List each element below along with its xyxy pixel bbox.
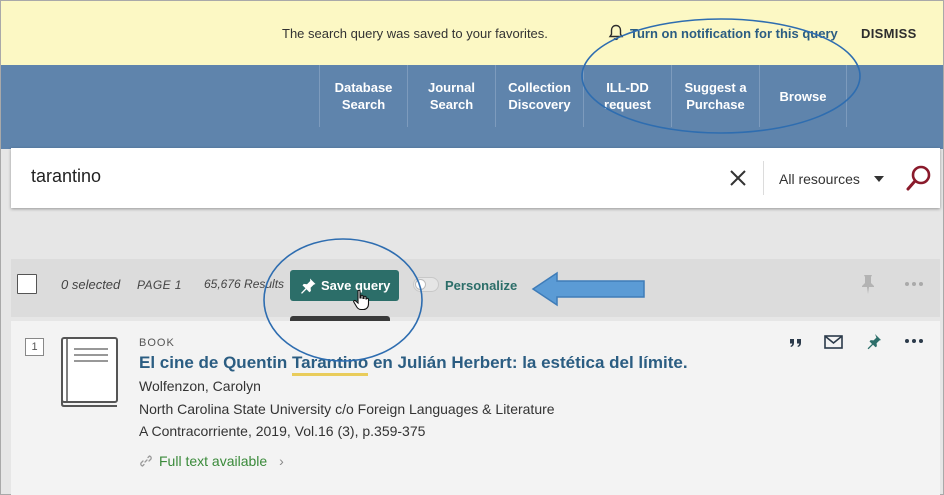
results-count: 65,676 Results — [204, 277, 285, 291]
result-item: 1 BOOK El cine de Quentin Tarantino en J… — [11, 321, 940, 495]
nav-item-suggest-purchase[interactable]: Suggest a Purchase — [671, 65, 759, 127]
chevron-down-icon[interactable] — [874, 176, 884, 182]
search-icon[interactable] — [905, 164, 933, 192]
personalize-label[interactable]: Personalize — [445, 278, 517, 293]
search-input[interactable] — [31, 166, 721, 187]
select-all-checkbox[interactable] — [17, 274, 37, 294]
search-divider — [763, 161, 764, 195]
email-icon[interactable] — [823, 333, 845, 351]
nav-items: Database Search Journal Search Collection D… — [319, 65, 847, 127]
results-toolbar: 0 selected PAGE 1 65,676 Results Save qu… — [11, 259, 940, 338]
toggle-knob — [415, 279, 426, 290]
pin-icon[interactable] — [859, 273, 877, 295]
nav-item-collection-discovery[interactable]: Collection Discovery — [495, 65, 583, 127]
bell-icon — [608, 24, 624, 41]
result-title-link[interactable]: El cine de Quentin Tarantino en Julián H… — [139, 353, 688, 376]
nav-item-database-search[interactable]: Database Search — [319, 65, 407, 127]
notification-banner: The search query was saved to your favor… — [1, 1, 943, 65]
nav-item-browse[interactable]: Browse — [759, 65, 847, 127]
clear-icon[interactable] — [728, 167, 748, 189]
cursor-hand-icon — [353, 289, 370, 311]
more-icon[interactable] — [904, 281, 924, 287]
more-icon[interactable] — [903, 333, 925, 351]
result-author: Wolfenzon, Carolyn — [139, 378, 261, 394]
pin-icon — [301, 278, 316, 294]
scope-select[interactable]: All resources — [779, 171, 860, 187]
search-bar: All resources — [11, 148, 940, 208]
banner-message: The search query was saved to your favor… — [282, 26, 548, 41]
result-affiliation: North Carolina State University c/o Fore… — [139, 401, 555, 417]
dismiss-button[interactable]: DISMISS — [861, 26, 917, 41]
personalize-toggle[interactable] — [413, 277, 439, 292]
full-text-link[interactable]: Full text available › — [139, 453, 284, 469]
highlighted-term: Tarantino — [292, 353, 369, 376]
page-indicator: PAGE 1 — [137, 278, 182, 292]
book-icon[interactable] — [58, 336, 120, 408]
result-source: A Contracorriente, 2019, Vol.16 (3), p.3… — [139, 423, 426, 439]
main-navbar: Database Search Journal Search Collection D… — [1, 65, 943, 127]
turn-on-notification-link[interactable]: Turn on notification for this query — [608, 24, 838, 42]
nav-item-journal-search[interactable]: Journal Search — [407, 65, 495, 127]
citation-icon[interactable] — [785, 333, 807, 351]
full-text-label: Full text available — [159, 453, 268, 469]
pin-icon[interactable] — [863, 333, 885, 351]
navbar-band — [1, 127, 943, 149]
arrow-left-annotation — [531, 271, 645, 307]
result-type: BOOK — [139, 337, 175, 349]
result-number: 1 — [25, 338, 44, 356]
link-icon — [140, 455, 152, 467]
notify-label: Turn on notification for this query — [630, 25, 838, 41]
save-query-button[interactable]: Save query — [290, 270, 400, 301]
selected-count: 0 selected — [61, 277, 121, 292]
nav-item-ill-dd-request[interactable]: ILL-DD request — [583, 65, 671, 127]
chevron-right-icon: › — [279, 453, 284, 469]
